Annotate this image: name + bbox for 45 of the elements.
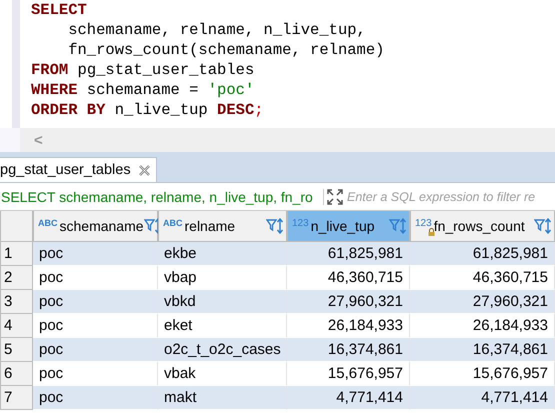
- row-number: 7: [0, 386, 33, 410]
- code-line: fn_rows_count(schemaname, relname): [67, 40, 384, 60]
- table-cell: 4,771,414: [287, 386, 410, 410]
- table-cell: vbkd: [158, 290, 287, 314]
- filter-sort-icon[interactable]: [266, 218, 284, 234]
- code-line: WHERE schemaname = 'poc': [31, 80, 256, 100]
- header-corner: [0, 211, 33, 242]
- table-cell: 27,960,321: [410, 290, 555, 314]
- row-number: 4: [0, 314, 33, 338]
- table-cell: o2c_t_o2c_cases: [158, 338, 287, 362]
- code-line: FROM pg_stat_user_tables: [31, 60, 256, 80]
- type-label: ABC: [163, 218, 182, 228]
- type-label: 123: [415, 218, 432, 229]
- filter-sort-icon[interactable]: [389, 218, 407, 234]
- expand-icon[interactable]: [323, 188, 343, 204]
- close-icon[interactable]: [138, 164, 150, 176]
- code-line: SELECT: [31, 0, 88, 20]
- table-cell: poc: [33, 386, 158, 410]
- column-name: n_live_tup: [310, 218, 376, 234]
- code-line: schemaname, relname, n_live_tup,: [67, 20, 367, 40]
- table-cell: 27,960,321: [287, 290, 410, 314]
- row-number: 5: [0, 338, 33, 362]
- table-cell: 61,825,981: [410, 242, 555, 266]
- row-number: 2: [0, 266, 33, 290]
- row-number: 6: [0, 362, 33, 386]
- table-cell: poc: [33, 242, 158, 266]
- table-cell: makt: [158, 386, 287, 410]
- table-cell: 4,771,414: [410, 386, 555, 410]
- table-cell: ekbe: [158, 242, 287, 266]
- table-cell: 16,374,861: [410, 338, 555, 362]
- table-cell: poc: [33, 290, 158, 314]
- table-cell: 16,374,861: [287, 338, 410, 362]
- table-cell: poc: [33, 338, 158, 362]
- results-tab[interactable]: pg_stat_user_tables: [0, 157, 157, 182]
- column-name: schemaname: [60, 218, 144, 234]
- row-number: 1: [0, 242, 33, 266]
- column-name: relname: [184, 218, 236, 234]
- type-label: 123: [292, 218, 309, 229]
- code-line: ORDER BY n_live_tup DESC;: [31, 100, 265, 120]
- sql-query-text: SELECT schemaname, relname, n_live_tup, fn_ro: [0, 188, 314, 204]
- column-name: fn_rows_count: [434, 218, 526, 234]
- filter-sort-icon[interactable]: [534, 218, 552, 234]
- table-cell: 61,825,981: [287, 242, 410, 266]
- type-label: ABC: [38, 218, 58, 228]
- row-number: 3: [0, 290, 33, 314]
